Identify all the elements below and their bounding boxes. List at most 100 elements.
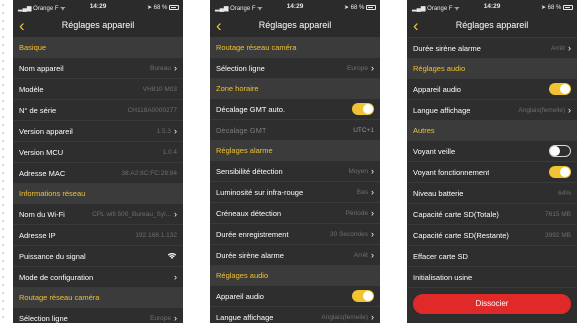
edge-dot (2, 76, 4, 78)
row-value: Arrêt (550, 44, 565, 52)
edge-dot (2, 316, 4, 318)
settings-list[interactable]: Routage réseau caméra Sélection ligne Eu… (210, 38, 380, 323)
row-puissance-signal: Puissance du signal (13, 246, 183, 267)
appareil-audio-toggle[interactable] (352, 290, 374, 302)
row-nom-appareil[interactable]: Nom appareil Bureau › (13, 58, 183, 79)
row-luminosite-infrarouge[interactable]: Luminosité sur infra-rouge Bas › (210, 182, 380, 203)
row-label: Adresse IP (19, 230, 56, 240)
chevron-right-icon: › (568, 42, 571, 53)
row-appareil-audio: Appareil audio (407, 79, 577, 100)
wifi-signal-icon (167, 252, 177, 259)
chevron-right-icon: › (568, 104, 571, 115)
chevron-right-icon: › (371, 207, 374, 218)
row-label: Voyant fonctionnement (413, 167, 490, 177)
row-label: Puissance du signal (19, 251, 86, 261)
appareil-audio-toggle[interactable] (549, 83, 571, 95)
row-label: Décalage GMT auto. (216, 104, 286, 114)
edge-dot (2, 228, 4, 230)
edge-dot (2, 52, 4, 54)
row-initialisation-usine[interactable]: Initialisation usine (407, 267, 577, 288)
row-value: Bureau (150, 64, 171, 72)
edge-dot (2, 172, 4, 174)
edge-dot (2, 156, 4, 158)
row-label: Durée sirène alarme (413, 43, 481, 53)
row-label: Décalage GMT (216, 125, 267, 135)
page-title: Réglages appareil (61, 20, 135, 30)
row-appareil-audio: Appareil audio (210, 286, 380, 307)
edge-dot (2, 100, 4, 102)
page-edge-dots (0, 0, 6, 323)
battery-icon (563, 4, 573, 10)
navigation-bar: ‹ Réglages appareil (13, 14, 183, 38)
row-label: Nom appareil (19, 63, 64, 73)
row-label: Sélection ligne (216, 63, 265, 73)
row-label: Appareil audio (413, 84, 461, 94)
row-modele: Modèle VH810 M03 (13, 79, 183, 100)
edge-dot (2, 124, 4, 126)
row-langue-affichage[interactable]: Langue affichage Anglais(femelle) › (210, 307, 380, 323)
edge-dot (2, 292, 4, 294)
section-header-basique: Basique (13, 38, 183, 58)
row-voyant-fonctionnement: Voyant fonctionnement (407, 162, 577, 183)
row-value: 64% (557, 189, 571, 197)
phone-screen-3: ▂▄▆ Orange F ᯤ 14:29 ➤ 68 % ‹ Réglages a… (407, 0, 577, 323)
row-value: Europe (150, 314, 171, 322)
row-value: 38:A2:8C:FC:28:84 (121, 169, 177, 177)
row-capacite-sd-restante: Capacité carte SD(Restante) 3992 MB (407, 225, 577, 246)
row-value: Période (345, 209, 368, 217)
voyant-fonctionnement-toggle[interactable] (549, 166, 571, 178)
row-value: Anglais(femelle) (518, 106, 565, 114)
edge-dot (2, 220, 4, 222)
edge-dot (2, 212, 4, 214)
chevron-right-icon: › (371, 186, 374, 197)
row-label: Version MCU (19, 147, 64, 157)
row-value: 192.168.1.132 (135, 231, 177, 239)
settings-list[interactable]: Durée sirène alarme Arrêt › Réglages audi… (407, 38, 577, 323)
edge-dot (2, 20, 4, 22)
navigation-bar: ‹ Réglages appareil (407, 14, 577, 38)
toggle-knob (550, 146, 560, 156)
row-langue-affichage[interactable]: Langue affichage Anglais(femelle) › (407, 100, 577, 121)
row-duree-sirene[interactable]: Durée sirène alarme Arrêt › (407, 38, 577, 59)
row-capacite-sd-totale: Capacité carte SD(Totale) 7615 MB (407, 204, 577, 225)
row-mode-configuration[interactable]: Mode de configuration › (13, 267, 183, 288)
edge-dot (2, 164, 4, 166)
phone-screen-1: ▂▄▆ Orange F ᯤ 14:29 ➤ 68 % ‹ Réglages a… (13, 0, 183, 323)
row-duree-sirene[interactable]: Durée sirène alarme Arrêt › (210, 245, 380, 266)
edge-dot (2, 140, 4, 142)
battery-indicator: ➤ 68 % (147, 4, 179, 11)
edge-dot (2, 4, 4, 6)
row-value: CH118A0000277 (127, 106, 177, 114)
row-version-appareil[interactable]: Version appareil 1.5.3 › (13, 121, 183, 142)
voyant-veille-toggle[interactable] (549, 145, 571, 157)
edge-dot (2, 116, 4, 118)
row-selection-ligne[interactable]: Sélection ligne Europe › (210, 58, 380, 79)
settings-list[interactable]: Basique Nom appareil Bureau › Modèle VH81… (13, 38, 183, 323)
row-label: Nom du Wi-Fi (19, 209, 65, 219)
edge-dot (2, 148, 4, 150)
toggle-knob (363, 291, 373, 301)
row-nom-wifi[interactable]: Nom du Wi-Fi CPL wifi 500_Bureau_Syl... › (13, 204, 183, 225)
dissocier-button[interactable]: Dissocier (413, 294, 571, 314)
row-sensibilite-detection[interactable]: Sensibilité détection Moyen › (210, 161, 380, 182)
battery-indicator: ➤ 68 % (541, 4, 573, 11)
toggle-knob (560, 84, 570, 94)
row-selection-ligne[interactable]: Sélection ligne Europe › (13, 308, 183, 323)
edge-dot (2, 68, 4, 70)
row-adresse-mac: Adresse MAC 38:A2:8C:FC:28:84 (13, 163, 183, 184)
row-value: Europe (347, 64, 368, 72)
row-creneaux-detection[interactable]: Créneaux détection Période › (210, 203, 380, 224)
row-effacer-carte-sd[interactable]: Effacer carte SD (407, 246, 577, 267)
gmt-auto-toggle[interactable] (352, 103, 374, 115)
section-header-infos-reseau: Informations réseau (13, 184, 183, 204)
row-duree-enregistrement[interactable]: Durée enregistrement 30 Secondes › (210, 224, 380, 245)
section-header-audio: Réglages audio (210, 266, 380, 286)
row-value: 1.5.3 (156, 127, 171, 135)
row-label: Durée sirène alarme (216, 250, 284, 260)
page-title: Réglages appareil (455, 20, 529, 30)
chevron-right-icon: › (371, 62, 374, 73)
row-label: Adresse MAC (19, 168, 66, 178)
row-label: Initialisation usine (413, 272, 473, 282)
phone-screen-2: ▂▄▆ Orange F ᯤ 14:29 ➤ 68 % ‹ Réglages a… (210, 0, 380, 323)
row-value: VH810 M03 (142, 85, 177, 93)
